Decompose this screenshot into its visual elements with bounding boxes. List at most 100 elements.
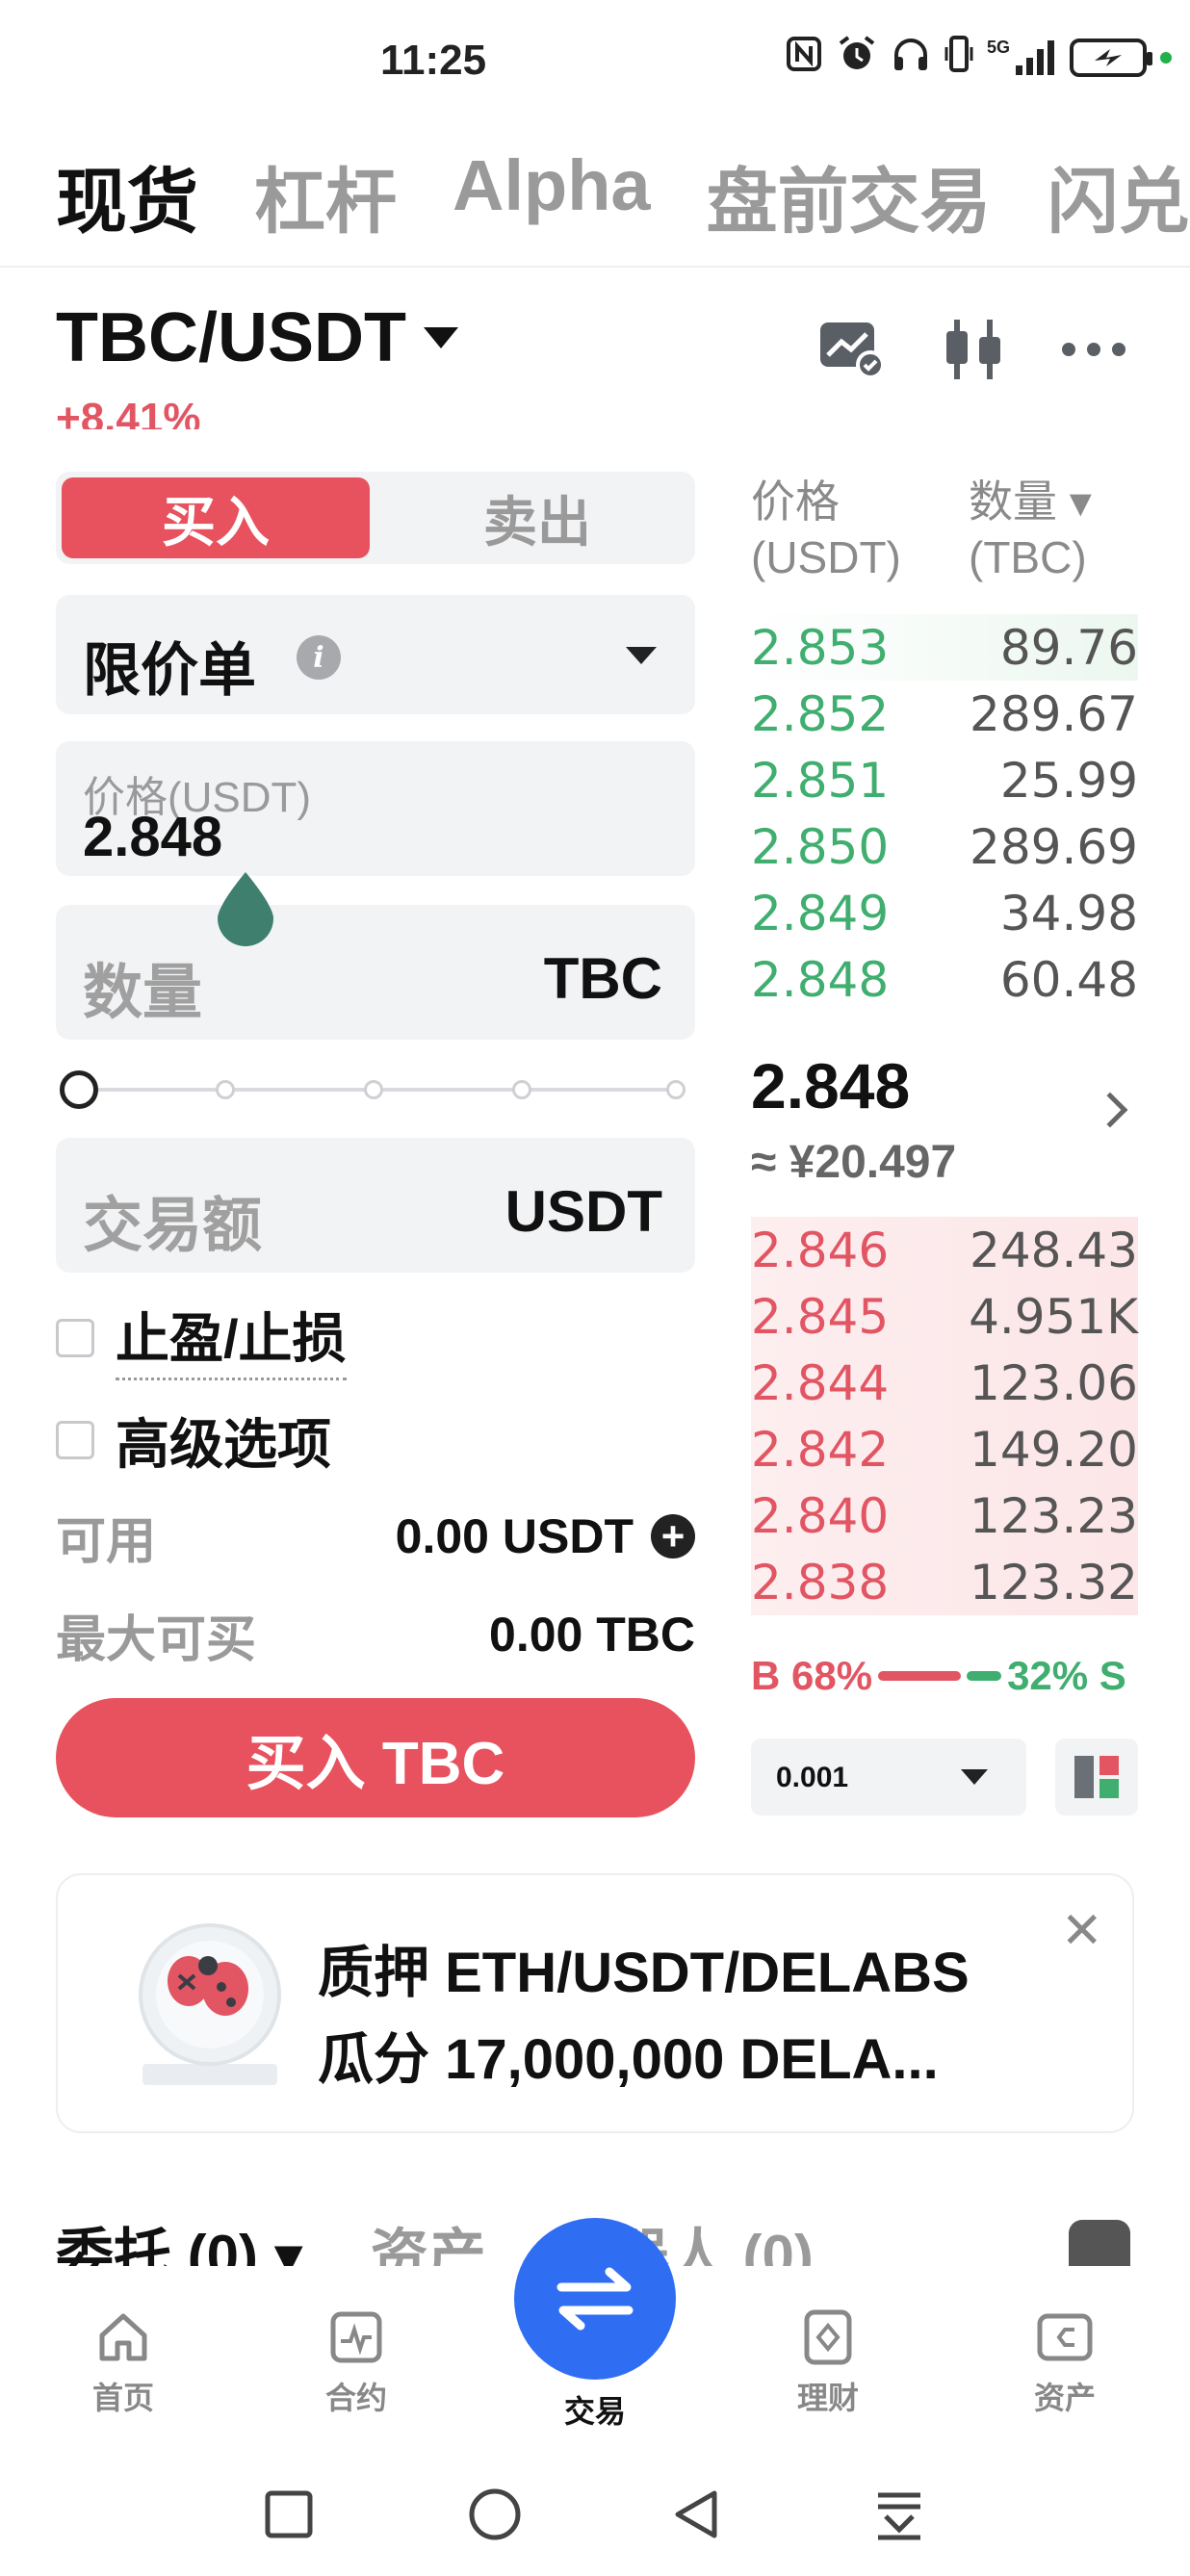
- slider-mark-100[interactable]: [666, 1080, 686, 1099]
- system-navigation: [0, 2464, 1190, 2576]
- info-icon[interactable]: i: [297, 635, 341, 680]
- home-circle-icon[interactable]: [466, 2486, 524, 2543]
- ask-qty: 60.48: [999, 951, 1138, 1008]
- wallet-icon: [1037, 2313, 1093, 2361]
- ask-qty: 34.98: [999, 885, 1138, 941]
- chart-icon[interactable]: [815, 313, 888, 386]
- tab-alpha[interactable]: Alpha: [453, 144, 651, 247]
- max-buy-label: 最大可买: [56, 1611, 257, 1668]
- quantity-input[interactable]: 数量 TBC: [56, 905, 695, 1040]
- quantity-placeholder: 数量: [83, 960, 203, 1026]
- nav-trade-label: 交易: [563, 2394, 626, 2429]
- max-buy-row: 最大可买 0.00 TBC: [56, 1606, 695, 1668]
- buy-sell-toggle: 买入 卖出: [56, 472, 695, 564]
- tp-sl-label[interactable]: 止盈/止损: [116, 1296, 347, 1380]
- precision-value: 0.001: [776, 1762, 849, 1793]
- order-history-icon[interactable]: [1069, 2220, 1130, 2266]
- orderbook-qty-header[interactable]: 数量 ▾ (TBC): [969, 474, 1092, 585]
- precision-select[interactable]: 0.001: [751, 1739, 1026, 1816]
- sell-tab[interactable]: 卖出: [383, 477, 691, 558]
- recent-apps-icon[interactable]: [264, 2489, 314, 2539]
- tab-assets[interactable]: 资产: [371, 2216, 486, 2266]
- tab-premarket[interactable]: 盘前交易: [707, 144, 992, 247]
- tab-margin[interactable]: 杠杆: [254, 144, 397, 247]
- pair-symbol: TBC/USDT: [56, 299, 406, 376]
- ask-row[interactable]: 2.853 89.76: [751, 614, 1138, 681]
- price-input[interactable]: 价格(USDT) 2.848: [56, 741, 695, 876]
- more-icon[interactable]: [1057, 313, 1130, 386]
- price-value[interactable]: 2.848: [83, 805, 222, 869]
- nav-futures-label: 合约: [324, 2381, 387, 2415]
- privacy-indicator: [1160, 52, 1173, 64]
- bid-row[interactable]: 2.846 248.43: [751, 1217, 1138, 1283]
- orders-tabs: 委托 (0) ▾ 资产 机器人 (0): [56, 2216, 814, 2266]
- bid-row[interactable]: 2.842 149.20: [751, 1416, 1138, 1482]
- nav-trade-button[interactable]: [514, 2218, 676, 2380]
- sell-ratio-bar: [967, 1671, 1002, 1681]
- promo-subtitle: 瓜分 17,000,000 DELA...: [318, 2028, 939, 2091]
- status-icons: 5G: [785, 35, 1173, 81]
- tp-sl-checkbox-row[interactable]: 止盈/止损: [56, 1308, 347, 1380]
- nav-trade[interactable]: 交易: [528, 2387, 662, 2432]
- bid-price: 2.842: [751, 1421, 890, 1478]
- ask-qty: 25.99: [999, 752, 1138, 809]
- ask-row[interactable]: 2.852 289.67: [751, 681, 1138, 747]
- total-unit: USDT: [504, 1179, 662, 1244]
- ask-qty: 289.67: [970, 685, 1138, 742]
- close-icon[interactable]: ✕: [1061, 1902, 1103, 1960]
- deposit-plus-icon[interactable]: +: [651, 1514, 695, 1558]
- bid-price: 2.844: [751, 1354, 890, 1411]
- total-input[interactable]: 交易额 USDT: [56, 1138, 695, 1273]
- advanced-checkbox-row[interactable]: 高级选项: [56, 1411, 331, 1475]
- buy-ratio-bar: [878, 1671, 962, 1681]
- nav-earn-label: 理财: [796, 2381, 859, 2415]
- ask-row[interactable]: 2.849 34.98: [751, 880, 1138, 946]
- tp-sl-checkbox[interactable]: [56, 1319, 94, 1357]
- bid-row[interactable]: 2.845 4.951K: [751, 1283, 1138, 1350]
- ask-price: 2.848: [751, 951, 890, 1008]
- buy-submit-button[interactable]: 买入 TBC: [56, 1698, 695, 1817]
- promo-banner[interactable]: 质押 ETH/USDT/DELABS 瓜分 17,000,000 DELA...…: [56, 1873, 1134, 2133]
- promo-medal-icon: [133, 1919, 287, 2093]
- bid-row[interactable]: 2.844 123.06: [751, 1350, 1138, 1416]
- advanced-checkbox[interactable]: [56, 1421, 94, 1459]
- advanced-label[interactable]: 高级选项: [116, 1402, 331, 1480]
- bid-qty: 123.06: [970, 1354, 1138, 1411]
- candlestick-icon[interactable]: [938, 313, 1011, 386]
- nav-futures[interactable]: 合约: [289, 2308, 424, 2418]
- ask-row[interactable]: 2.851 25.99: [751, 747, 1138, 813]
- nav-earn[interactable]: 理财: [761, 2308, 895, 2418]
- nav-home[interactable]: 首页: [56, 2308, 191, 2418]
- slider-mark-50[interactable]: [364, 1080, 383, 1099]
- last-price: 2.848: [751, 1050, 911, 1121]
- caret-down-icon: [626, 647, 657, 664]
- bid-row[interactable]: 2.838 123.32: [751, 1549, 1138, 1615]
- slider-mark-75[interactable]: [512, 1080, 531, 1099]
- bid-qty: 248.43: [970, 1222, 1138, 1278]
- slider-handle[interactable]: [60, 1070, 98, 1109]
- tab-spot[interactable]: 现货: [56, 144, 198, 247]
- pair-selector[interactable]: TBC/USDT: [56, 298, 458, 377]
- orderbook-layout-button[interactable]: [1055, 1739, 1138, 1816]
- buy-tab[interactable]: 买入: [62, 477, 370, 558]
- amount-slider[interactable]: [60, 1069, 695, 1111]
- nav-assets[interactable]: 资产: [997, 2308, 1132, 2418]
- ask-row[interactable]: 2.850 289.69: [751, 813, 1138, 880]
- caret-down-icon: [423, 327, 458, 348]
- orderbook-price-header: 价格 (USDT): [751, 477, 901, 582]
- bid-row[interactable]: 2.840 123.23: [751, 1482, 1138, 1549]
- tab-open-orders[interactable]: 委托 (0) ▾: [56, 2216, 303, 2266]
- ask-qty: 89.76: [999, 619, 1138, 676]
- ask-qty: 289.69: [970, 818, 1138, 875]
- status-time: 11:25: [380, 37, 487, 84]
- order-type-select[interactable]: 限价单 i: [56, 595, 695, 714]
- tab-convert[interactable]: 闪兑: [1048, 144, 1190, 247]
- chevron-right-icon[interactable]: [1092, 1092, 1128, 1128]
- home-icon: [99, 2313, 147, 2361]
- ask-row[interactable]: 2.848 60.48: [751, 946, 1138, 1013]
- notification-pulldown-icon[interactable]: [872, 2487, 926, 2541]
- back-icon[interactable]: [670, 2487, 724, 2541]
- buy-ratio: B 68%: [751, 1653, 873, 1698]
- text-cursor-handle[interactable]: [214, 870, 277, 947]
- slider-mark-25[interactable]: [216, 1080, 235, 1099]
